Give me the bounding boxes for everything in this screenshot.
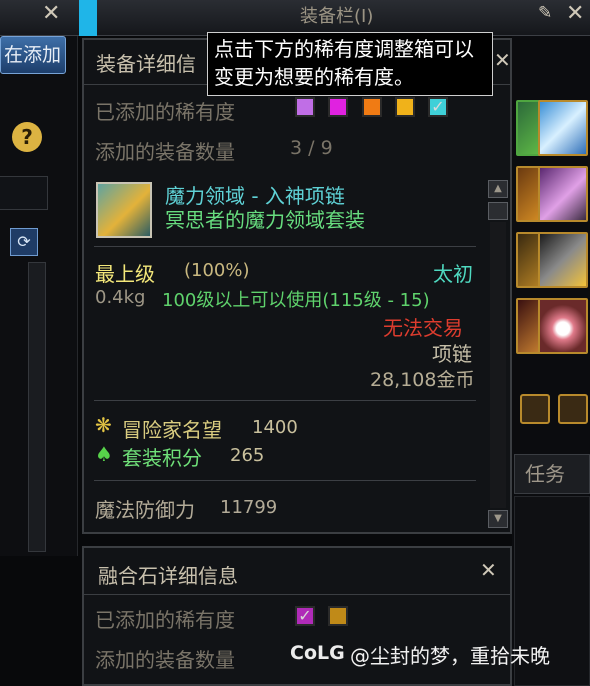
divider [94,400,476,401]
watermark-logo: CoLG [290,642,345,664]
rarity-swatch-primeval[interactable]: ✓ [428,97,448,117]
inventory-slot[interactable] [538,232,588,288]
count-label: 添加的装备数量 [95,140,235,164]
fusion-rarity-swatch-gold[interactable] [328,606,348,626]
fame-label: 冒险家名望 [122,418,222,442]
scroll-down-icon[interactable]: ▼ [488,510,508,528]
refresh-icon[interactable]: ⟳ [10,228,38,256]
inventory-slot[interactable] [538,100,588,156]
watermark-text: @尘封的梦，重拾未晚 [350,644,550,668]
item-rarity-name: 太初 [433,262,473,286]
fame-value: 1400 [252,417,298,438]
equip-panel-title: 装备详细信 [96,52,196,76]
scrollbar-thumb[interactable] [488,202,508,220]
inventory-slot[interactable] [538,298,588,354]
pin-icon[interactable]: ✎ [538,3,552,23]
count-value: 3 / 9 [290,137,333,159]
magic-defense-value: 11799 [220,497,278,518]
left-panel-header [0,176,48,210]
gear-icon[interactable] [520,394,550,424]
add-button[interactable]: 在添加 [0,36,66,74]
item-icon [96,182,152,238]
divider [84,594,510,595]
tooltip: 点击下方的稀有度调整箱可以变更为想要的稀有度。 [207,32,493,96]
item-untradable: 无法交易 [383,316,463,340]
item-weight: 0.4kg [95,287,146,308]
item-grade: 最上级 [95,262,155,286]
set-points-icon: ♠ [95,442,113,466]
close-icon[interactable]: ✕ [42,1,60,26]
item-set-name: 冥思者的魔力领域套装 [165,208,365,232]
item-level-requirement: 100级以上可以使用(115级 - 15) [162,290,430,311]
rarity-swatch-pink[interactable] [328,97,348,117]
bag-icon[interactable] [558,394,588,424]
left-scrollbar[interactable] [28,262,46,552]
magic-defense-label: 魔法防御力 [95,498,195,522]
fusion-panel-title: 融合石详细信息 [98,564,238,588]
fusion-count-label: 添加的装备数量 [95,648,235,672]
divider [94,246,476,247]
close-icon[interactable]: ✕ [480,558,497,582]
fusion-rarity-label: 已添加的稀有度 [95,608,235,632]
rarity-label: 已添加的稀有度 [95,100,235,124]
rarity-swatch-gold[interactable] [395,97,415,117]
scrollbar-track[interactable] [490,222,506,508]
close-icon[interactable]: ✕ [494,48,511,72]
inventory-slot[interactable] [538,166,588,222]
tab-quest[interactable]: 任务 [514,454,590,494]
item-slot-type: 项链 [432,342,472,366]
rarity-swatch-purple[interactable] [295,97,315,117]
fusion-rarity-swatch-purple[interactable]: ✓ [295,606,315,626]
rarity-swatch-orange[interactable] [362,97,382,117]
item-price: 28,108金币 [370,369,475,391]
fame-icon: ❋ [95,413,112,437]
scroll-up-icon[interactable]: ▲ [488,180,508,198]
window-close-icon[interactable]: ✕ [566,1,584,26]
titlebar-accent [79,0,97,36]
item-grade-percent: (100%) [184,260,250,281]
set-points-value: 265 [230,445,265,466]
set-points-label: 套装积分 [122,446,202,470]
divider [94,480,476,481]
window-title: 装备栏(I) [300,6,374,27]
help-icon[interactable]: ? [12,122,42,152]
